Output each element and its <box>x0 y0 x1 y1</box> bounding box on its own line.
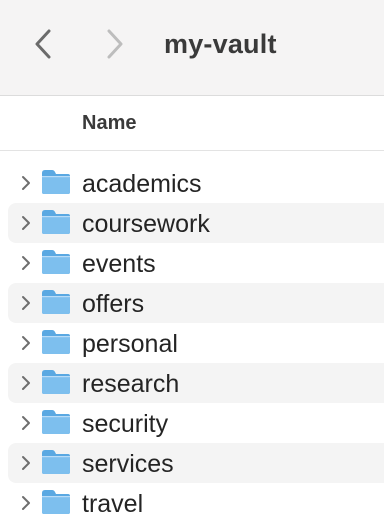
back-button[interactable] <box>25 24 61 64</box>
folder-icon <box>42 290 70 314</box>
disclosure-chevron-icon[interactable] <box>20 454 32 472</box>
disclosure-chevron-icon[interactable] <box>20 294 32 312</box>
disclosure-chevron-icon[interactable] <box>20 374 32 392</box>
list-item-label: events <box>82 250 156 278</box>
list-item-label: services <box>82 450 174 478</box>
column-header-name[interactable]: Name <box>82 111 136 135</box>
disclosure-chevron-icon[interactable] <box>20 254 32 272</box>
list-item-label: academics <box>82 170 202 198</box>
chevron-left-icon <box>35 29 51 59</box>
list-item[interactable]: offers <box>8 283 384 323</box>
forward-button[interactable] <box>97 24 133 64</box>
list-item-label: personal <box>82 330 178 358</box>
list-item[interactable]: personal <box>8 323 384 363</box>
list-item[interactable]: research <box>8 363 384 403</box>
folder-icon <box>42 210 70 234</box>
toolbar: my-vault <box>0 0 384 96</box>
folder-icon <box>42 490 70 514</box>
column-header: Name <box>0 96 384 151</box>
disclosure-chevron-icon[interactable] <box>20 414 32 432</box>
folder-icon <box>42 170 70 194</box>
disclosure-chevron-icon[interactable] <box>20 334 32 352</box>
folder-icon <box>42 250 70 274</box>
chevron-right-icon <box>107 29 123 59</box>
folder-icon <box>42 370 70 394</box>
list-item-label: travel <box>82 490 144 518</box>
folder-icon <box>42 410 70 434</box>
disclosure-chevron-icon[interactable] <box>20 494 32 512</box>
list-item-label: coursework <box>82 210 210 238</box>
file-list: academics coursework events offers personal r… <box>0 163 384 523</box>
list-item[interactable]: academics <box>8 163 384 203</box>
list-item[interactable]: security <box>8 403 384 443</box>
window-title: my-vault <box>164 29 277 59</box>
disclosure-chevron-icon[interactable] <box>20 214 32 232</box>
list-item[interactable]: coursework <box>8 203 384 243</box>
disclosure-chevron-icon[interactable] <box>20 174 32 192</box>
list-item-label: research <box>82 370 180 398</box>
list-item-label: security <box>82 410 169 438</box>
folder-icon <box>42 450 70 474</box>
list-item-label: offers <box>82 290 145 318</box>
list-item[interactable]: events <box>8 243 384 283</box>
list-item[interactable]: services <box>8 443 384 483</box>
list-item[interactable]: travel <box>8 483 384 523</box>
folder-icon <box>42 330 70 354</box>
